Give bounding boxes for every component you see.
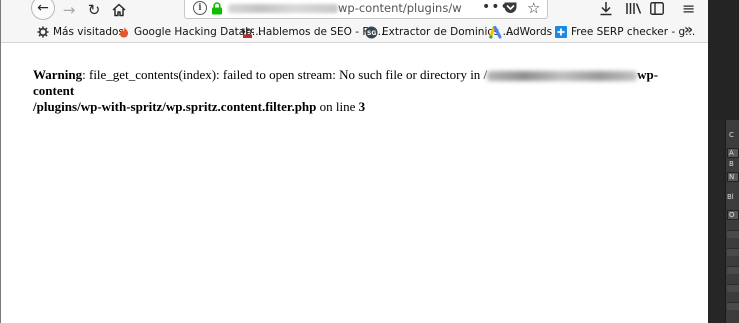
pocket-icon[interactable] [503,1,518,15]
background-app-top [708,0,739,120]
back-button[interactable]: ← [31,0,55,20]
url-domain-redacted [228,4,338,13]
path-redacted [487,71,638,82]
reload-button[interactable]: ↻ [83,0,105,20]
background-app-panel: C A B N Bl O [708,0,739,323]
panel-char: A [729,149,734,157]
warning-message-text: : file_get_contents(index): failed to op… [82,67,488,82]
reload-icon: ↻ [87,1,101,19]
page-content: Warning: file_get_contents(index): faile… [1,43,709,323]
bookmark-adwords[interactable]: AdWords [489,24,552,40]
url-text: wp-content/plugins/w [338,1,462,15]
bookmarks-overflow-icon[interactable]: » [684,22,693,38]
site-info-icon[interactable]: i [193,1,207,15]
adwords-icon [489,25,502,39]
sidebar-icon[interactable] [650,2,664,15]
panel-row [727,230,739,238]
lock-icon [212,2,222,15]
panel-char: N [729,173,735,181]
home-icon [112,3,126,17]
bookmark-free-serp-checker[interactable]: Free SERP checker - g... [554,24,695,40]
bookmark-label: Más visitados [53,26,124,38]
bookmark-star-icon[interactable]: ☆ [527,0,540,17]
panel-char: O [729,211,735,219]
panel-row [727,302,739,310]
screen: ← → ↻ i wp-content/plugins/w ••• ☆ ≡ Más… [0,0,739,323]
bookmark-hablemos-de-seo[interactable]: SEO Hablemos de SEO - Fo... [241,24,384,40]
panel-row [727,284,739,292]
svg-text:SEO: SEO [241,27,254,35]
browser-window: ← → ↻ i wp-content/plugins/w ••• ☆ ≡ Más… [0,0,709,323]
address-bar[interactable]: i wp-content/plugins/w ••• ☆ [184,0,548,19]
bookmarks-toolbar: Más visitados Google Hacking Datab... SE… [1,21,709,43]
forward-button[interactable]: → [58,0,80,20]
bookmark-label: Free SERP checker - g... [571,26,696,38]
download-icon[interactable] [599,1,613,20]
flame-icon [117,26,130,39]
library-icon[interactable] [625,1,643,20]
warning-on-line-text: on line [316,99,359,114]
navigation-toolbar: ← → ↻ i wp-content/plugins/w ••• ☆ ≡ [1,0,709,21]
bookmark-mas-visitados[interactable]: Más visitados [36,24,124,40]
panel-char: C [729,131,734,139]
panel-char: B [729,160,734,168]
warning-file-path: /plugins/wp-with-spritz/wp.spritz.conten… [33,99,317,114]
panel-row [727,266,739,274]
php-warning-message: Warning: file_get_contents(index): faile… [33,67,693,115]
panel-char: Bl [727,193,734,201]
home-button[interactable] [108,0,130,20]
warning-line-number: 3 [358,99,366,114]
hamburger-menu-icon[interactable]: ≡ [682,0,695,18]
panel-row [727,248,739,256]
sg-icon: SG [365,26,378,39]
seo-icon: SEO [241,26,254,39]
warning-label: Warning [33,67,83,82]
gear-icon [36,26,49,39]
forward-arrow-icon: → [62,1,76,19]
bookmark-label: AdWords [506,26,553,38]
back-arrow-icon: ← [37,0,49,16]
svg-text:SG: SG [367,30,376,37]
plus-icon [554,26,567,39]
